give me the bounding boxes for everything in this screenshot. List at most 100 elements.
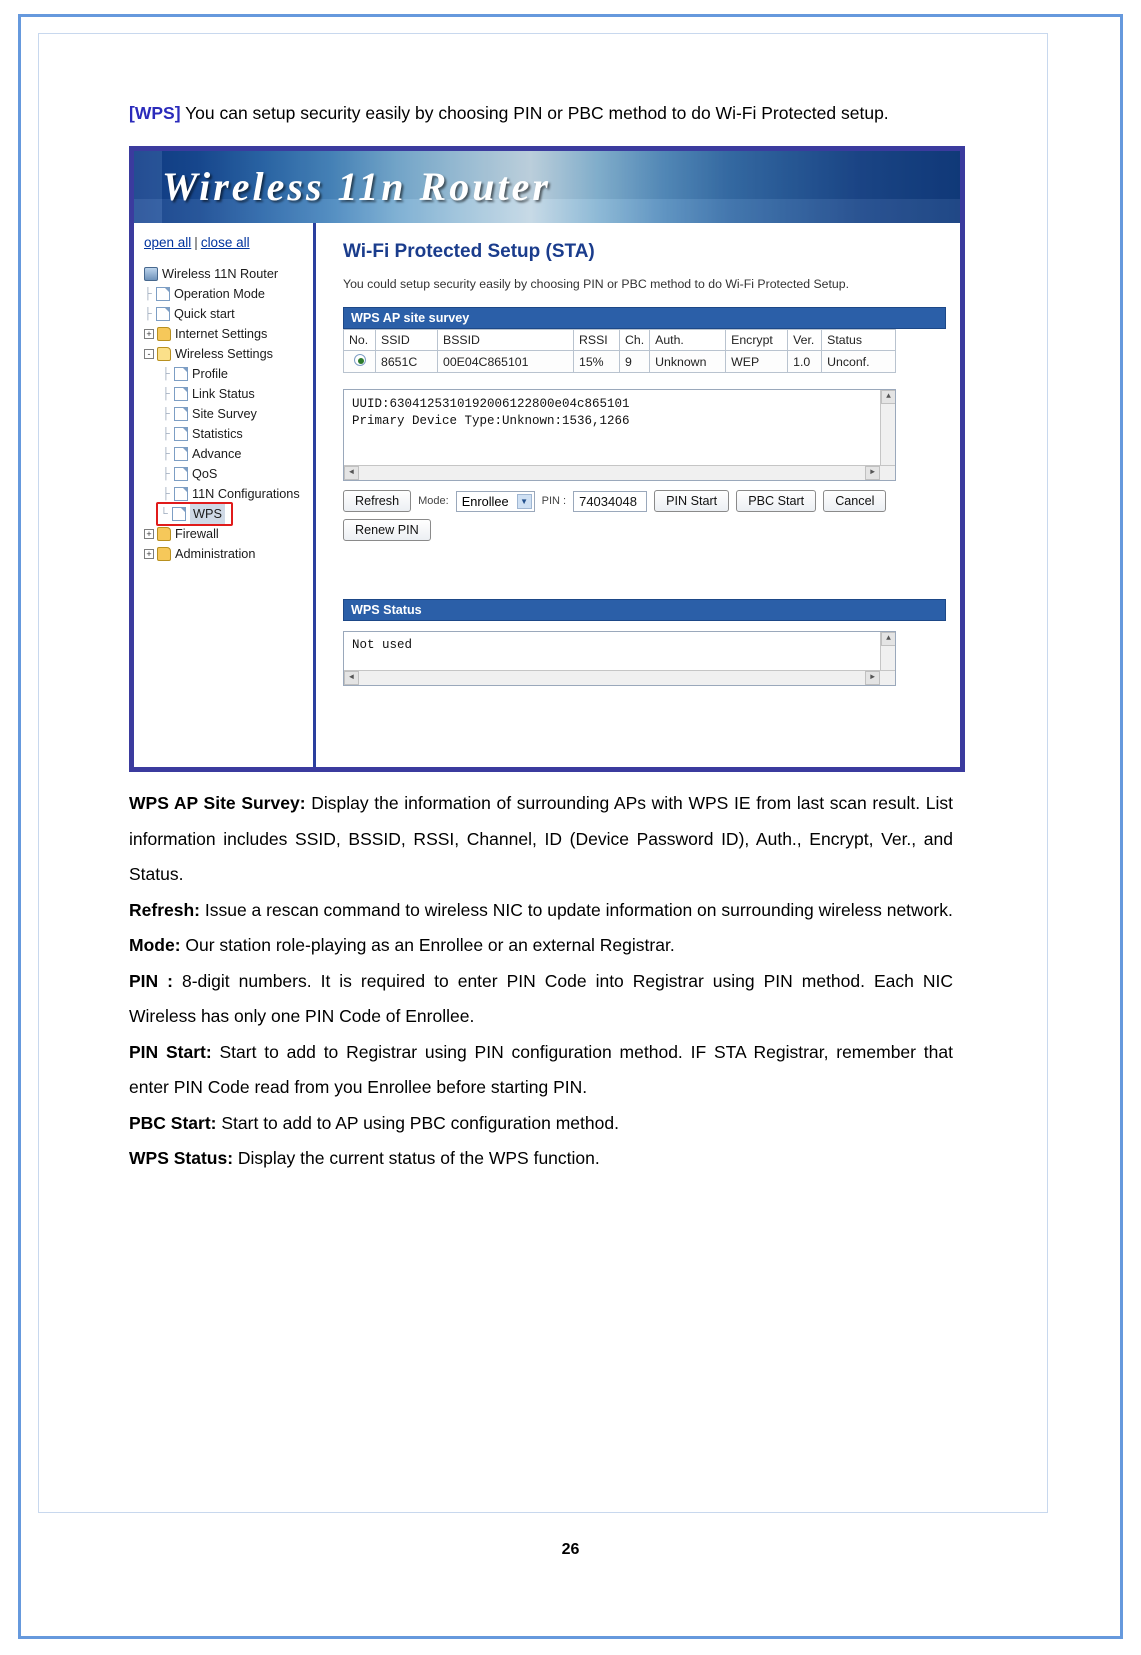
sidebar-item-11n-configurations[interactable]: ├ 11N Configurations	[144, 484, 307, 504]
term-body: 8-digit numbers. It is required to enter…	[129, 970, 953, 1027]
column-header-ch: Ch.	[618, 329, 651, 351]
scroll-left-icon[interactable]: ◄	[344, 671, 359, 685]
tree-label: Site Survey	[192, 407, 257, 421]
expand-plus-icon[interactable]: +	[144, 549, 154, 559]
cell-bssid: 00E04C865101	[437, 350, 574, 373]
pin-start-button[interactable]: PIN Start	[654, 490, 730, 512]
renew-pin-button[interactable]: Renew PIN	[343, 519, 431, 541]
column-header-ver: Ver.	[787, 329, 823, 351]
cell-ver: 1.0	[787, 350, 823, 373]
status-section-header: WPS Status	[343, 599, 946, 621]
tree-label: Wireless Settings	[175, 347, 274, 361]
column-header-auth: Auth.	[649, 329, 727, 351]
descriptions-list: WPS AP Site Survey: Display the informat…	[129, 786, 953, 1177]
mode-selected-value: Enrollee	[461, 493, 509, 509]
pbc-start-button[interactable]: PBC Start	[736, 490, 817, 512]
term-label: WPS AP Site Survey:	[129, 793, 306, 813]
scroll-up-icon[interactable]: ▲	[881, 390, 895, 404]
sidebar-item-link-status[interactable]: ├ Link Status	[144, 384, 307, 404]
wps-tag: [WPS]	[129, 103, 181, 123]
horizontal-scrollbar[interactable]: ◄ ►	[344, 670, 895, 685]
router-ui-screenshot: Wireless 11n Router open all | close all W…	[129, 146, 965, 772]
page-icon	[174, 367, 188, 381]
horizontal-scrollbar[interactable]: ◄ ►	[344, 465, 895, 480]
open-all-link[interactable]: open all	[144, 235, 191, 250]
chevron-down-icon[interactable]: ▼	[516, 493, 532, 509]
description-pin: PIN : 8-digit numbers. It is required to…	[129, 964, 953, 1035]
tree-branch-line: ├	[162, 488, 170, 500]
cell-ssid: 8651C	[375, 350, 438, 373]
sidebar-item-statistics[interactable]: ├ Statistics	[144, 424, 307, 444]
router-sidebar: open all | close all Wireless 11N Router ├…	[134, 223, 316, 767]
page-icon	[172, 507, 186, 521]
router-banner: Wireless 11n Router	[134, 151, 960, 223]
term-body: Issue a rescan command to wireless NIC t…	[200, 899, 953, 920]
tree-label: Firewall	[175, 527, 219, 541]
wps-highlight-box: └ WPS	[156, 502, 233, 526]
mode-label: Mode:	[418, 495, 449, 507]
column-header-bssid: BSSID	[437, 329, 574, 351]
sidebar-item-operation-mode[interactable]: ├ Operation Mode	[144, 284, 307, 304]
column-header-rssi: RSSI	[573, 329, 620, 351]
page-icon	[156, 307, 170, 321]
pin-input[interactable]: 74034048	[573, 490, 648, 512]
expand-plus-icon[interactable]: +	[144, 329, 154, 339]
tree-branch-line: ├	[162, 468, 170, 480]
scroll-left-icon[interactable]: ◄	[344, 466, 359, 480]
scroll-up-icon[interactable]: ▲	[881, 632, 895, 646]
page-subtitle: You could setup security easily by choos…	[343, 277, 850, 291]
page-icon	[174, 487, 188, 501]
sidebar-item-wireless-11n-router[interactable]: Wireless 11N Router	[144, 264, 307, 284]
folder-icon	[157, 547, 171, 561]
description-pin-start: PIN Start: Start to add to Registrar usi…	[129, 1035, 953, 1106]
column-header-ssid: SSID	[375, 329, 438, 351]
page-icon	[174, 467, 188, 481]
cell-encrypt: WEP	[725, 350, 789, 373]
intro-paragraph: [WPS] You can setup security easily by c…	[129, 96, 953, 130]
sidebar-item-advance[interactable]: ├ Advance	[144, 444, 307, 464]
collapse-minus-icon[interactable]: -	[144, 349, 154, 359]
mode-select[interactable]: Enrollee ▼	[455, 490, 535, 512]
row-select-cell[interactable]	[343, 350, 376, 373]
radio-selected-icon[interactable]	[353, 354, 366, 366]
sidebar-item-site-survey[interactable]: ├ Site Survey	[144, 404, 307, 424]
table-row[interactable]: 8651C 00E04C865101 15% 9 Unknown WEP 1.0…	[343, 350, 896, 373]
sidebar-item-wps[interactable]: └ WPS	[144, 502, 307, 526]
wps-controls-row: Refresh Mode: Enrollee ▼ PIN : 74034048 …	[343, 490, 903, 512]
tree-branch-line: └	[160, 508, 168, 520]
page-icon	[174, 387, 188, 401]
device-info-textarea[interactable]: UUID:6304125310192006122800e04c865101 Pr…	[343, 389, 896, 481]
cell-ch: 9	[618, 350, 651, 373]
description-wps-ap-site-survey: WPS AP Site Survey: Display the informat…	[129, 786, 953, 893]
intro-text: You can setup security easily by choosin…	[180, 103, 889, 123]
sidebar-item-profile[interactable]: ├ Profile	[144, 364, 307, 384]
refresh-button[interactable]: Refresh	[343, 490, 412, 512]
cancel-button[interactable]: Cancel	[823, 490, 887, 512]
tree-branch-line: ├	[144, 308, 152, 320]
column-header-encrypt: Encrypt	[725, 329, 789, 351]
uuid-line: UUID:6304125310192006122800e04c865101	[352, 397, 630, 411]
tree-label: Operation Mode	[174, 287, 265, 301]
folder-open-icon	[157, 347, 171, 361]
tree-branch-line: ├	[144, 288, 152, 300]
scroll-right-icon[interactable]: ►	[865, 466, 880, 480]
page-icon	[174, 407, 188, 421]
description-mode: Mode: Our station role-playing as an Enr…	[129, 928, 953, 964]
sidebar-item-internet-settings[interactable]: + Internet Settings	[144, 324, 307, 344]
close-all-link[interactable]: close all	[201, 235, 250, 250]
expand-plus-icon[interactable]: +	[144, 529, 154, 539]
scroll-right-icon[interactable]: ►	[865, 671, 880, 685]
wps-status-value: Not used	[352, 638, 413, 652]
tree-branch-line: ├	[162, 408, 170, 420]
tree-expand-links: open all | close all	[144, 235, 307, 250]
folder-icon	[157, 527, 171, 541]
sidebar-item-firewall[interactable]: + Firewall	[144, 524, 307, 544]
sidebar-item-quick-start[interactable]: ├ Quick start	[144, 304, 307, 324]
term-body: Display the current status of the WPS fu…	[233, 1148, 600, 1168]
pin-label: PIN :	[541, 495, 567, 507]
sidebar-item-wireless-settings[interactable]: - Wireless Settings	[144, 344, 307, 364]
sidebar-item-qos[interactable]: ├ QoS	[144, 464, 307, 484]
sidebar-item-administration[interactable]: + Administration	[144, 544, 307, 564]
wps-status-textarea[interactable]: Not used ▲ ▼ ◄ ►	[343, 631, 896, 686]
page-icon	[174, 447, 188, 461]
